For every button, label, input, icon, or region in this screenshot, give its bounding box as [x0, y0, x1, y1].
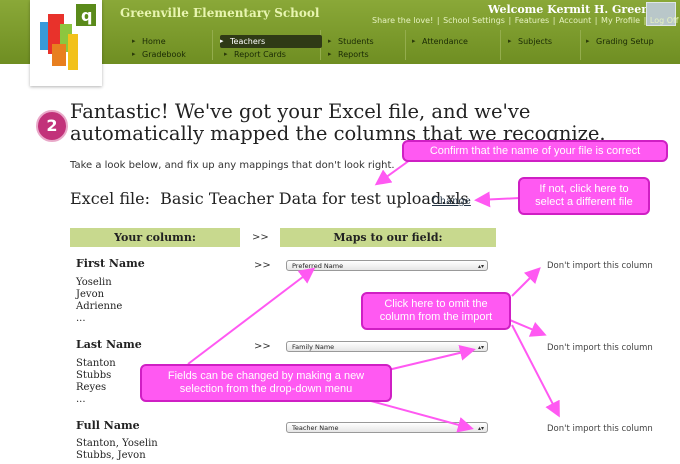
nav-divider — [500, 30, 501, 60]
share-link[interactable]: Share the love! — [372, 16, 433, 25]
excel-file-name: Basic Teacher Data for test upload.xls — [160, 189, 469, 208]
features-link[interactable]: Features — [515, 16, 549, 25]
your-column-header: Your column: — [70, 228, 240, 247]
field-select-first[interactable]: Preferred Name ▴▾ — [286, 260, 488, 271]
dont-import-last[interactable]: Don't import this column — [547, 343, 653, 353]
dont-import-full[interactable]: Don't import this column — [547, 424, 653, 434]
sample-values-last: Stanton Stubbs Reyes ... — [76, 358, 116, 405]
school-name[interactable]: Greenville Elementary School — [120, 6, 319, 20]
my-profile-link[interactable]: My Profile — [601, 16, 640, 25]
nav-divider — [405, 30, 406, 60]
sample-values-first: Yoselin Jevon Adrienne ... — [76, 277, 123, 324]
change-file-link[interactable]: Change — [432, 196, 471, 207]
row-arrow: >> — [254, 341, 271, 352]
sample-values-full: Stanton, Yoselin Stubbs, Jevon — [76, 438, 158, 461]
row-arrow: >> — [254, 260, 271, 271]
nav-teachers[interactable]: Teachers — [220, 35, 322, 48]
instructions-text: Take a look below, and fix up any mappin… — [70, 160, 395, 171]
maps-to-header: Maps to our field: — [280, 228, 496, 247]
arrow-to-select-last — [387, 344, 476, 371]
school-logo[interactable]: q — [30, 0, 102, 86]
step-number-badge: 2 — [36, 110, 68, 142]
nav-report-cards[interactable]: Report Cards — [224, 48, 286, 61]
nav-divider — [212, 30, 213, 60]
excel-file-label: Excel file: — [70, 189, 150, 208]
excel-file-line: Excel file: Basic Teacher Data for test … — [70, 189, 469, 208]
logo-icon: q — [40, 4, 96, 70]
nav-grading-setup[interactable]: Grading Setup — [586, 35, 654, 48]
field-select-full[interactable]: Teacher Name ▴▾ — [286, 422, 488, 433]
arrow-to-dont-import-full — [511, 324, 560, 418]
dont-import-first[interactable]: Don't import this column — [547, 261, 653, 271]
account-link[interactable]: Account — [559, 16, 591, 25]
column-name-full: Full Name — [76, 419, 140, 432]
log-off-link[interactable]: Log Off — [650, 16, 679, 25]
page-title: Fantastic! We've got your Excel file, an… — [70, 100, 606, 145]
nav-reports[interactable]: Reports — [328, 48, 369, 61]
select-caret-icon: ▴▾ — [477, 425, 484, 432]
callout-change-file: If not, click here to select a different… — [518, 177, 650, 215]
welcome-text: Welcome Kermit H. Green — [488, 3, 650, 16]
column-name-last: Last Name — [76, 338, 142, 351]
maps-arrow: >> — [252, 232, 269, 243]
arrow-to-change — [474, 191, 521, 208]
column-name-first: First Name — [76, 257, 145, 270]
nav-attendance[interactable]: Attendance — [412, 35, 468, 48]
nav-students[interactable]: Students — [328, 35, 374, 48]
school-settings-link[interactable]: School Settings — [443, 16, 505, 25]
field-select-last[interactable]: Family Name ▴▾ — [286, 341, 488, 352]
nav-gradebook[interactable]: Gradebook — [132, 48, 186, 61]
arrow-to-dont-import-first — [511, 267, 541, 297]
top-links: Share the love! | School Settings | Feat… — [372, 16, 679, 25]
callout-change-field: Fields can be changed by making a new se… — [140, 364, 392, 402]
callout-confirm-file: Confirm that the name of your file is co… — [402, 140, 668, 162]
select-caret-icon: ▴▾ — [477, 263, 484, 270]
nav-subjects[interactable]: Subjects — [508, 35, 552, 48]
nav-home[interactable]: Home — [132, 35, 166, 48]
nav-divider — [580, 30, 581, 60]
callout-omit-column: Click here to omit the column from the i… — [361, 292, 511, 330]
select-caret-icon: ▴▾ — [477, 344, 484, 351]
svg-text:q: q — [81, 6, 92, 25]
